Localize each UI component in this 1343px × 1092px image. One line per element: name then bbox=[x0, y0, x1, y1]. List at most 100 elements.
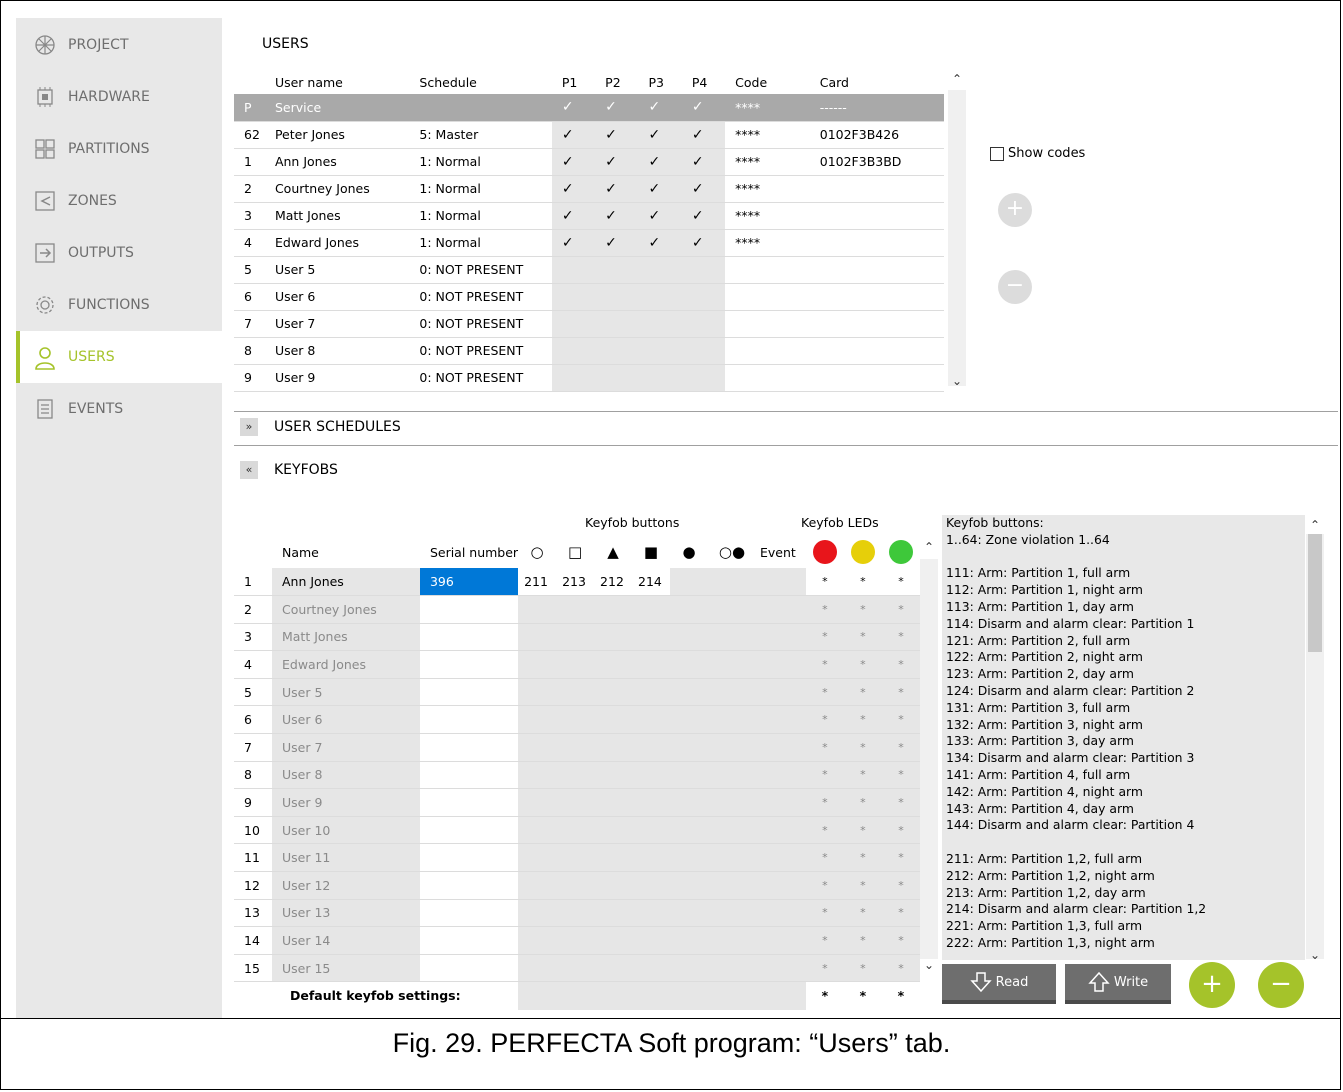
keyfob-name-cell[interactable]: User 6 bbox=[271, 705, 420, 735]
keyfob-button-cell[interactable] bbox=[707, 650, 756, 679]
card-cell[interactable] bbox=[809, 283, 944, 311]
partition-check-cell[interactable] bbox=[638, 310, 682, 338]
collapse-icon[interactable]: « bbox=[240, 461, 258, 479]
partition-check-cell[interactable] bbox=[551, 364, 596, 392]
table-row[interactable]: 14 User 14 * * * bbox=[234, 926, 920, 955]
scroll-down-icon[interactable]: ⌄ bbox=[924, 958, 934, 972]
led-cell[interactable]: * bbox=[805, 954, 844, 983]
keyfob-button-cell[interactable] bbox=[707, 926, 756, 955]
keyfob-button-cell[interactable] bbox=[518, 761, 557, 790]
keyfob-button-cell[interactable] bbox=[632, 926, 671, 955]
keyfob-button-cell[interactable] bbox=[556, 871, 595, 900]
keyfob-button-cell[interactable] bbox=[518, 954, 557, 983]
led-cell[interactable]: * bbox=[881, 733, 920, 762]
led-cell[interactable]: * bbox=[843, 899, 882, 928]
keyfob-button-cell[interactable] bbox=[632, 705, 671, 735]
card-cell[interactable]: 0102F3B3BD bbox=[809, 148, 944, 176]
keyfob-button-cell[interactable] bbox=[594, 899, 633, 928]
keyfob-button-cell[interactable] bbox=[594, 954, 633, 983]
partition-check-cell[interactable]: ✓ bbox=[638, 175, 682, 203]
serial-number-cell[interactable] bbox=[419, 899, 519, 928]
led-cell[interactable]: * bbox=[881, 816, 920, 845]
led-cell[interactable]: * bbox=[805, 733, 844, 762]
keyfob-button-cell[interactable] bbox=[632, 623, 671, 652]
card-cell[interactable] bbox=[809, 202, 944, 230]
keyfob-button-cell[interactable] bbox=[632, 788, 671, 817]
keyfob-button-cell[interactable] bbox=[556, 788, 595, 817]
user-name-cell[interactable]: Service bbox=[264, 94, 410, 122]
remove-keyfob-button[interactable]: − bbox=[1258, 962, 1304, 1008]
schedule-cell[interactable]: 0: NOT PRESENT bbox=[409, 337, 552, 365]
sidebar-item-functions[interactable]: FUNCTIONS bbox=[16, 279, 222, 331]
table-row[interactable]: 5 User 5 * * * bbox=[234, 678, 920, 707]
table-row[interactable]: 1 Ann Jones 1: Normal ✓ ✓ ✓ ✓ **** 0102F3B3BD bbox=[234, 148, 944, 176]
partition-check-cell[interactable]: ✓ bbox=[595, 175, 639, 203]
card-cell[interactable]: 0102F3B426 bbox=[809, 121, 944, 149]
user-name-cell[interactable]: User 7 bbox=[264, 310, 410, 338]
led-cell[interactable]: * bbox=[881, 678, 920, 707]
schedule-cell[interactable]: 1: Normal bbox=[409, 202, 552, 230]
schedule-cell[interactable]: 0: NOT PRESENT bbox=[409, 310, 552, 338]
expand-icon[interactable]: » bbox=[240, 418, 258, 436]
card-cell[interactable]: ------ bbox=[809, 94, 944, 122]
led-cell[interactable]: * bbox=[805, 871, 844, 900]
keyfob-name-cell[interactable]: User 15 bbox=[271, 954, 420, 983]
led-cell[interactable]: * bbox=[843, 623, 882, 652]
scroll-up-icon[interactable]: ⌃ bbox=[1310, 518, 1320, 532]
led-cell[interactable]: * bbox=[805, 650, 844, 679]
keyfob-name-cell[interactable]: User 7 bbox=[271, 733, 420, 762]
code-cell[interactable] bbox=[725, 364, 810, 392]
partition-check-cell[interactable]: ✓ bbox=[595, 202, 639, 230]
default-button-cell[interactable] bbox=[670, 981, 708, 1010]
keyfob-button-cell[interactable] bbox=[707, 788, 756, 817]
partition-check-cell[interactable]: ✓ bbox=[595, 229, 639, 257]
partition-check-cell[interactable]: ✓ bbox=[638, 229, 682, 257]
led-cell[interactable]: * bbox=[881, 899, 920, 928]
keyfob-name-cell[interactable]: Matt Jones bbox=[271, 623, 420, 652]
led-cell[interactable]: * bbox=[805, 899, 844, 928]
led-cell[interactable]: * bbox=[805, 761, 844, 790]
schedule-cell[interactable]: 5: Master bbox=[409, 121, 552, 149]
keyfob-button-cell[interactable] bbox=[632, 733, 671, 762]
partition-check-cell[interactable] bbox=[551, 310, 596, 338]
led-cell[interactable]: * bbox=[843, 705, 882, 735]
keyfob-button-cell[interactable] bbox=[556, 705, 595, 735]
event-cell[interactable] bbox=[755, 816, 806, 845]
keyfob-button-cell[interactable] bbox=[707, 705, 756, 735]
column-header[interactable]: User name bbox=[265, 70, 409, 94]
keyfob-button-cell[interactable] bbox=[556, 954, 595, 983]
keyfob-button-cell[interactable] bbox=[518, 733, 557, 762]
keyfob-button-cell[interactable] bbox=[632, 678, 671, 707]
card-cell[interactable] bbox=[809, 175, 944, 203]
table-row[interactable]: 12 User 12 * * * bbox=[234, 871, 920, 900]
table-row[interactable]: 2 Courtney Jones 1: Normal ✓ ✓ ✓ ✓ **** bbox=[234, 175, 944, 203]
serial-number-cell[interactable] bbox=[419, 816, 519, 845]
event-cell[interactable] bbox=[755, 761, 806, 790]
partition-check-cell[interactable]: ✓ bbox=[681, 229, 726, 257]
keyfob-button-cell[interactable] bbox=[707, 568, 756, 597]
column-header[interactable]: P1 bbox=[552, 70, 595, 94]
keyfob-button-cell[interactable] bbox=[670, 650, 708, 679]
code-cell[interactable] bbox=[725, 337, 810, 365]
event-cell[interactable] bbox=[755, 954, 806, 983]
info-scrollbar-thumb[interactable] bbox=[1308, 534, 1322, 652]
table-row[interactable]: 15 User 15 * * * bbox=[234, 954, 920, 983]
led-cell[interactable]: * bbox=[843, 788, 882, 817]
column-header[interactable]: Serial number bbox=[420, 536, 518, 568]
keyfob-button-cell[interactable] bbox=[594, 678, 633, 707]
keyfob-name-cell[interactable]: User 5 bbox=[271, 678, 420, 707]
event-cell[interactable] bbox=[755, 926, 806, 955]
partition-check-cell[interactable]: ✓ bbox=[681, 148, 726, 176]
schedule-cell[interactable]: 0: NOT PRESENT bbox=[409, 256, 552, 284]
led-cell[interactable]: * bbox=[881, 843, 920, 873]
keyfob-button-cell[interactable] bbox=[594, 788, 633, 817]
keyfob-name-cell[interactable]: User 11 bbox=[271, 843, 420, 873]
led-cell[interactable]: * bbox=[843, 843, 882, 873]
keyfob-button-cell[interactable] bbox=[556, 650, 595, 679]
partition-check-cell[interactable]: ✓ bbox=[551, 202, 596, 230]
card-cell[interactable] bbox=[809, 337, 944, 365]
partition-check-cell[interactable]: ✓ bbox=[595, 148, 639, 176]
event-cell[interactable] bbox=[755, 650, 806, 679]
partition-check-cell[interactable]: ✓ bbox=[551, 229, 596, 257]
event-cell[interactable] bbox=[755, 788, 806, 817]
